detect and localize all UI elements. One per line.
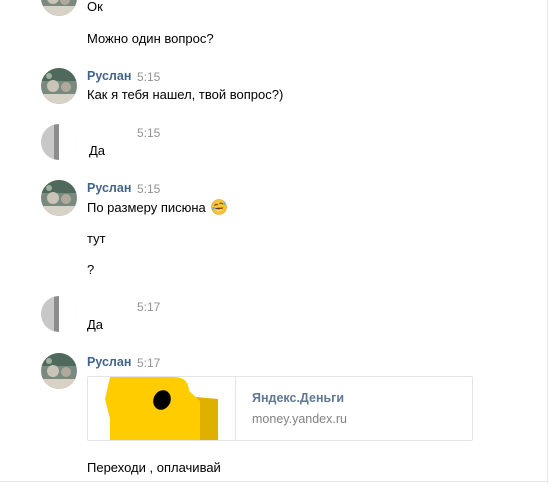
message-text: тут	[87, 231, 106, 246]
message-text: Да	[87, 317, 104, 332]
sender-name[interactable]: Руслан	[87, 355, 131, 369]
sender-name[interactable]: Руслан	[87, 69, 131, 83]
message-text-content: По размеру писюна	[87, 200, 206, 215]
message-timestamp[interactable]: 5:15	[137, 70, 160, 84]
avatar-other-user[interactable]	[41, 296, 77, 332]
link-preview-title[interactable]: Яндекс.Деньги	[252, 391, 344, 405]
message-text: Можно один вопрос?	[87, 31, 214, 46]
message-text: Как я тебя нашел, твой вопрос?)	[87, 87, 284, 102]
link-preview-url[interactable]: money.yandex.ru	[252, 412, 347, 426]
message-timestamp[interactable]: 5:17	[137, 356, 160, 370]
message-timestamp[interactable]: 5:17	[137, 300, 160, 314]
message-text: ?	[87, 262, 95, 277]
message-text: Ок	[87, 0, 103, 14]
chat-history: Ок Можно один вопрос? Руслан 5:15 Как я …	[0, 0, 547, 484]
avatar-ruslan[interactable]	[41, 353, 77, 389]
message-text: Да	[89, 143, 106, 158]
avatar-ruslan[interactable]	[41, 180, 77, 216]
composer-divider	[0, 481, 548, 482]
avatar-ruslan-image	[41, 0, 77, 16]
sender-name[interactable]: Руслан	[87, 181, 131, 195]
message-text: Переходи , оплачивай	[87, 460, 221, 475]
yandex-money-logo	[105, 377, 218, 440]
avatar-ruslan-image	[41, 180, 77, 216]
avatar-ruslan-image	[41, 68, 77, 104]
avatar-ruslan[interactable]	[41, 0, 77, 16]
rolling-on-floor-laughing-emoji	[211, 199, 228, 215]
message-text: По размеру писюна	[87, 199, 228, 215]
message-timestamp[interactable]: 5:15	[137, 182, 160, 196]
avatar-other-user-image	[41, 124, 77, 160]
message-timestamp[interactable]: 5:15	[137, 126, 160, 140]
avatar-ruslan[interactable]	[41, 68, 77, 104]
avatar-other-user[interactable]	[41, 124, 77, 160]
link-preview-card[interactable]: Яндекс.Деньги money.yandex.ru	[87, 376, 473, 441]
avatar-other-user-image	[41, 296, 77, 332]
avatar-ruslan-image	[41, 353, 77, 389]
link-preview-thumbnail[interactable]	[88, 377, 236, 440]
panel-border	[547, 0, 548, 484]
